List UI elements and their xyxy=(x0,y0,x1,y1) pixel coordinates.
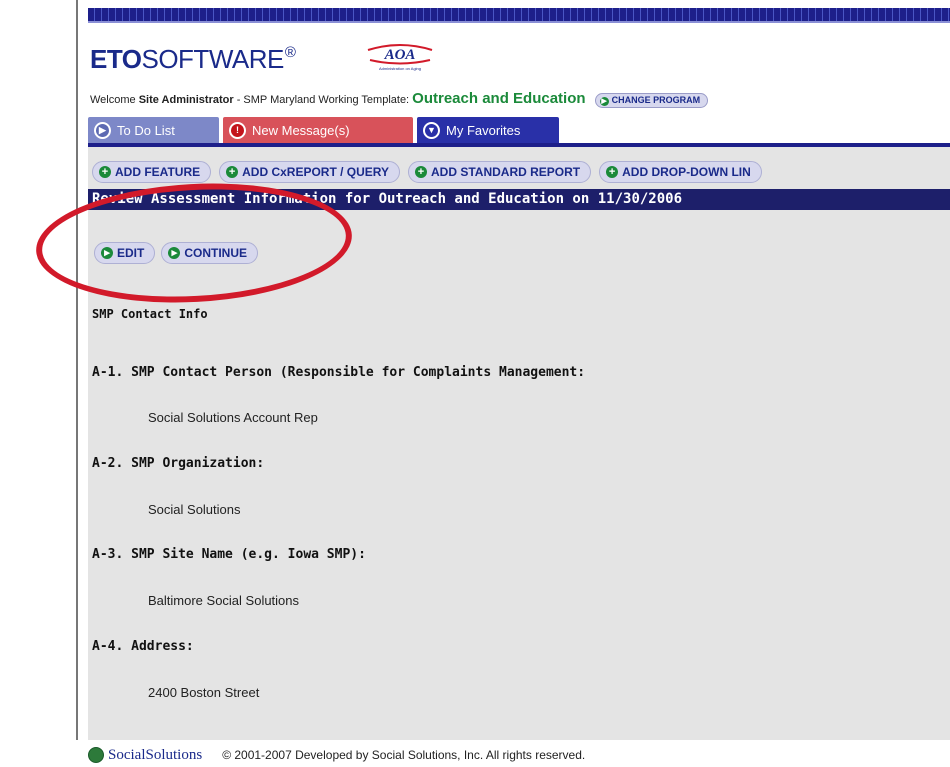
program-name: Outreach and Education xyxy=(412,90,586,107)
aoa-logo: AOA Administration on Aging xyxy=(367,44,433,71)
footer: SocialSolutions © 2001-2007 Developed by… xyxy=(88,745,585,765)
alert-icon: ! xyxy=(229,121,246,139)
answer-value: Social Solutions Account Rep xyxy=(148,410,318,425)
question-label: A-1. SMP Contact Person (Responsible for… xyxy=(92,365,586,380)
eto-software-logo: ETOSOFTWARE® xyxy=(90,44,296,74)
edit-button[interactable]: ▸ EDIT xyxy=(94,242,156,264)
aoa-logo-subtitle: Administration on Aging xyxy=(379,66,421,71)
copyright-text: © 2001-2007 Developed by Social Solution… xyxy=(222,748,586,762)
plus-icon: + xyxy=(99,166,111,178)
arrow-right-icon: ▶ xyxy=(599,96,609,106)
top-header-band xyxy=(88,8,950,22)
add-standard-report-button[interactable]: + ADD STANDARD REPORT xyxy=(408,161,592,183)
change-program-button[interactable]: ▶ CHANGE PROGRAM xyxy=(594,92,709,108)
user-name: Site Administrator xyxy=(138,94,234,106)
top-header-rule xyxy=(88,21,950,23)
add-dropdown-button[interactable]: + ADD DROP-DOWN LIN xyxy=(599,161,762,183)
plus-icon: + xyxy=(226,166,239,178)
arrow-right-icon: ▸ xyxy=(168,247,181,259)
assessment-actions: ▸ EDIT ▸ CONTINUE xyxy=(94,242,259,264)
social-solutions-logo: SocialSolutions xyxy=(88,747,202,764)
plus-icon: + xyxy=(606,166,619,178)
add-feature-button[interactable]: + ADD FEATURE xyxy=(92,161,212,183)
aoa-logo-text: AOA xyxy=(384,47,416,63)
answer-value: Social Solutions xyxy=(148,502,241,517)
arrow-right-icon: ▸ xyxy=(101,247,113,259)
welcome-line: Welcome Site Administrator - SMP Marylan… xyxy=(90,90,709,108)
question-label: A-4. Address: xyxy=(92,639,194,654)
answer-value: Baltimore Social Solutions xyxy=(148,593,300,608)
feature-toolbar: + ADD FEATURE + ADD CxREPORT / QUERY + ADD … xyxy=(92,161,762,183)
tab-new-messages[interactable]: ! New Message(s) xyxy=(223,117,413,143)
answer-value: 2400 Boston Street xyxy=(148,685,260,700)
chevron-down-icon: ▼ xyxy=(423,121,440,139)
main-content: + ADD FEATURE + ADD CxREPORT / QUERY + ADD … xyxy=(88,147,950,740)
globe-icon xyxy=(88,747,104,763)
plus-icon: + xyxy=(415,166,428,178)
page-title: Review Assessment Information for Outrea… xyxy=(88,189,950,210)
question-label: A-3. SMP Site Name (e.g. Iowa SMP): xyxy=(92,547,366,562)
tab-bar: ▶ To Do List ! New Message(s) ▼ My Favor… xyxy=(88,117,563,143)
continue-button[interactable]: ▸ CONTINUE xyxy=(161,242,259,264)
tab-to-do-list[interactable]: ▶ To Do List xyxy=(88,117,219,143)
section-title: SMP Contact Info xyxy=(92,307,208,321)
add-cxreport-button[interactable]: + ADD CxREPORT / QUERY xyxy=(219,161,401,183)
app-page: ETOSOFTWARE® AOA Administration on Aging… xyxy=(78,0,950,740)
arrow-right-icon: ▶ xyxy=(94,121,111,139)
tab-my-favorites[interactable]: ▼ My Favorites xyxy=(417,117,559,143)
question-label: A-2. SMP Organization: xyxy=(92,456,265,471)
